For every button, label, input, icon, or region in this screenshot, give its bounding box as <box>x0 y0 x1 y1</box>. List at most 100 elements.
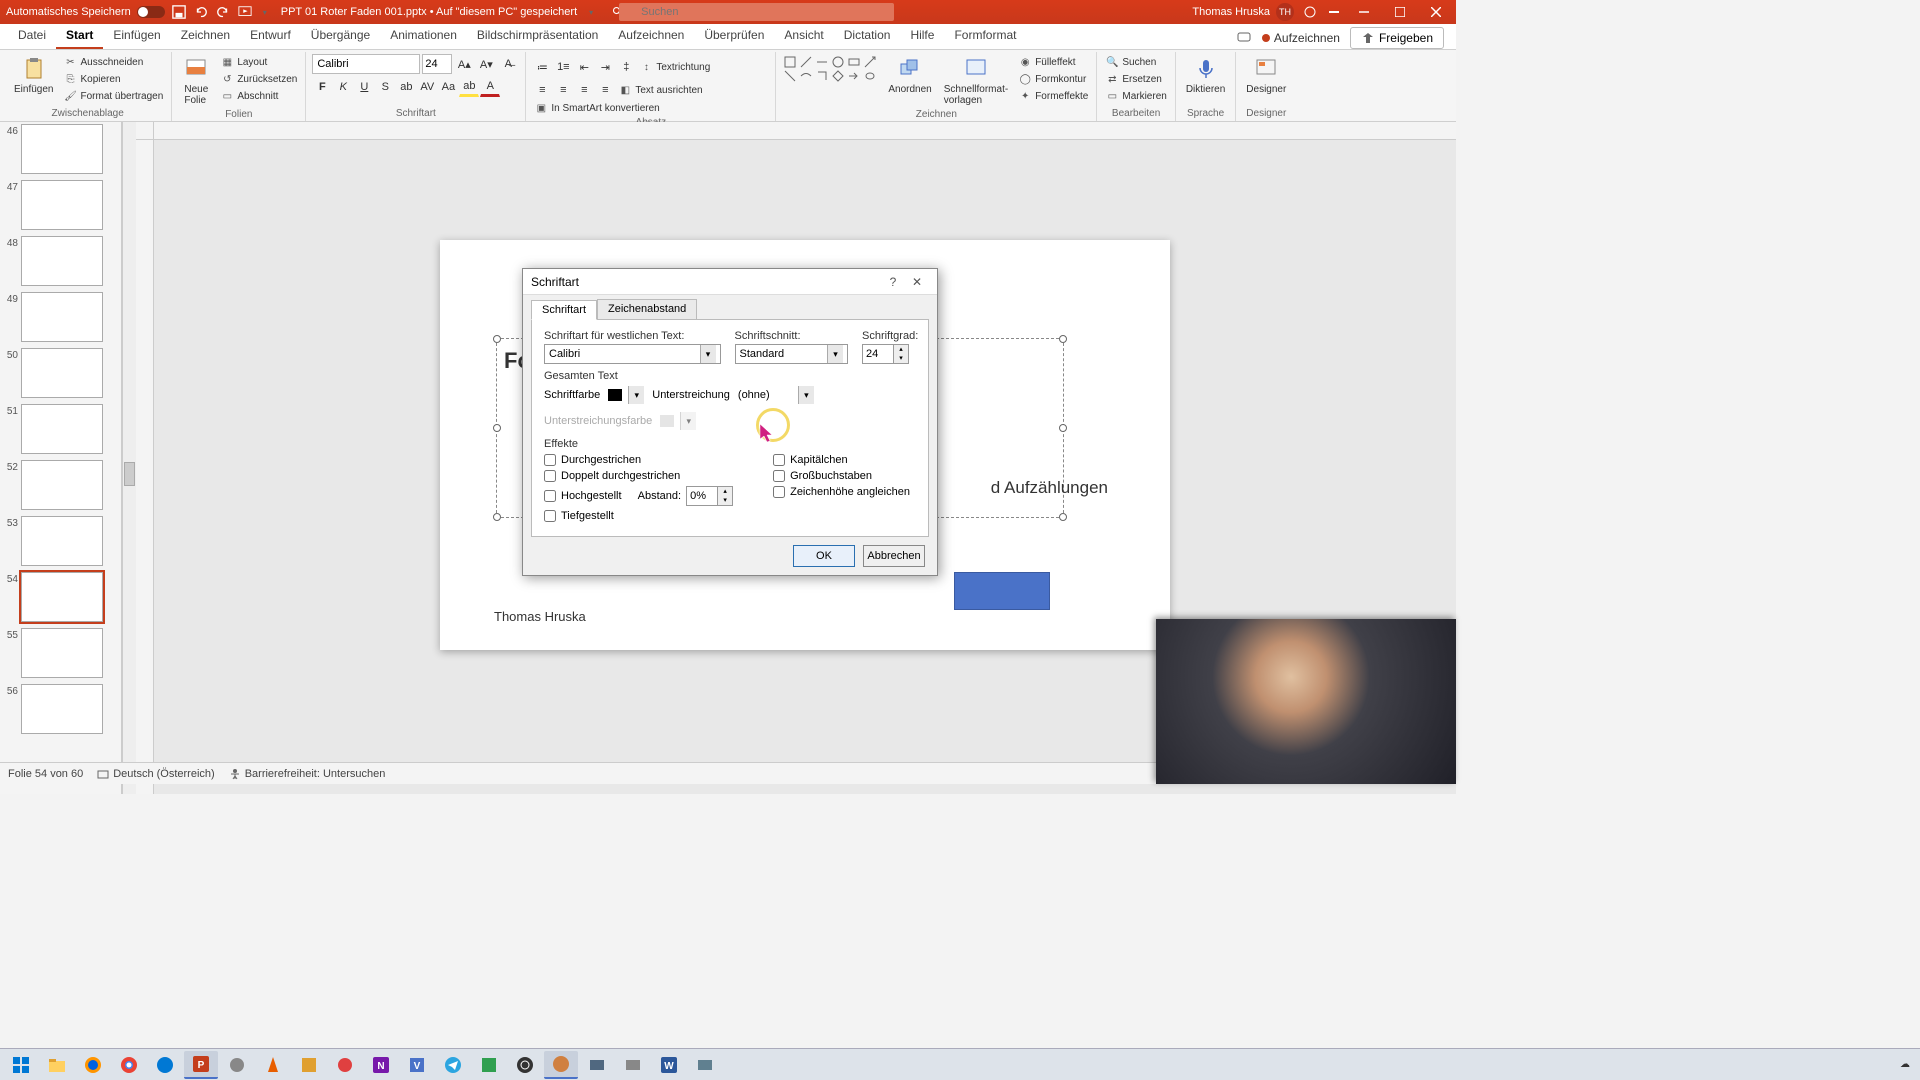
cancel-button[interactable]: Abbrechen <box>863 545 925 567</box>
dictate-button[interactable]: Diktieren <box>1182 54 1229 97</box>
grow-font-button[interactable]: A▴ <box>454 54 474 74</box>
tab-start[interactable]: Start <box>56 24 103 49</box>
align-text-button[interactable]: ◧Text ausrichten <box>616 80 704 100</box>
comments-icon[interactable] <box>1236 30 1252 46</box>
app-icon-9[interactable] <box>688 1051 722 1079</box>
slide-thumbnail[interactable] <box>21 460 103 510</box>
minimize-button[interactable] <box>1350 0 1378 24</box>
accessibility-status[interactable]: Barrierefreiheit: Untersuchen <box>229 768 386 780</box>
autosave-toggle[interactable] <box>137 6 165 18</box>
dialog-help-button[interactable]: ? <box>881 275 905 289</box>
explorer-icon[interactable] <box>40 1051 74 1079</box>
app-icon-2[interactable] <box>292 1051 326 1079</box>
filename-dropdown-icon[interactable]: ▾ <box>583 4 599 20</box>
dialog-close-button[interactable]: ✕ <box>905 275 929 289</box>
tab-zeichnen[interactable]: Zeichnen <box>171 24 240 49</box>
maximize-button[interactable] <box>1386 0 1414 24</box>
chrome-icon[interactable] <box>112 1051 146 1079</box>
reset-button[interactable]: ↺Zurücksetzen <box>218 71 299 87</box>
offset-spinner[interactable]: ▴▾ <box>686 486 733 506</box>
replace-button[interactable]: ⇄Ersetzen <box>1103 71 1168 87</box>
char-spacing-button[interactable]: AV <box>417 77 437 97</box>
slide-thumbnail[interactable] <box>21 516 103 566</box>
allcaps-checkbox[interactable]: Großbuchstaben <box>773 470 910 482</box>
bold-button[interactable]: F <box>312 77 332 97</box>
font-name-input[interactable] <box>312 54 420 74</box>
change-case-button[interactable]: Aa <box>438 77 458 97</box>
copy-button[interactable]: ⎘Kopieren <box>61 71 165 87</box>
shape-fill-button[interactable]: ◉Fülleffekt <box>1016 54 1090 70</box>
tab-überprüfen[interactable]: Überprüfen <box>694 24 774 49</box>
language-status[interactable]: Deutsch (Österreich) <box>97 768 214 780</box>
app-icon-5[interactable] <box>472 1051 506 1079</box>
italic-button[interactable]: K <box>333 77 353 97</box>
slide-thumbnail[interactable] <box>21 348 103 398</box>
save-icon[interactable] <box>171 4 187 20</box>
line-spacing-button[interactable]: ‡ <box>616 57 636 77</box>
powerpoint-icon[interactable]: P <box>184 1051 218 1079</box>
record-button[interactable]: Aufzeichnen <box>1256 28 1346 48</box>
new-slide-button[interactable]: Neue Folie <box>178 54 214 108</box>
slide-thumbnail[interactable] <box>21 684 103 734</box>
numbering-button[interactable]: 1≡ <box>553 57 573 77</box>
slide-thumbnail[interactable] <box>21 180 103 230</box>
clear-format-button[interactable]: A̶ <box>498 54 518 74</box>
font-size-input[interactable] <box>422 54 452 74</box>
qat-more-icon[interactable]: ▾ <box>257 4 273 20</box>
thumbnail-scrollbar[interactable] <box>122 122 136 794</box>
shape-effects-button[interactable]: ✦Formeffekte <box>1016 88 1090 104</box>
section-button[interactable]: ▭Abschnitt <box>218 88 299 104</box>
font-color-picker[interactable]: ▾ <box>608 386 644 404</box>
redo-icon[interactable] <box>215 4 231 20</box>
shapes-gallery[interactable] <box>782 54 880 84</box>
firefox-icon[interactable] <box>76 1051 110 1079</box>
align-left-button[interactable]: ≡ <box>532 80 552 100</box>
user-account[interactable]: Thomas Hruska TH <box>1192 3 1294 21</box>
format-painter-button[interactable]: 🖌Format übertragen <box>61 88 165 104</box>
tab-dictation[interactable]: Dictation <box>834 24 901 49</box>
shape-outline-button[interactable]: ◯Formkontur <box>1016 71 1090 87</box>
quick-styles-button[interactable]: Schnellformat- vorlagen <box>940 54 1012 108</box>
scrollbar-thumb[interactable] <box>124 462 135 486</box>
smallcaps-checkbox[interactable]: Kapitälchen <box>773 454 910 466</box>
tab-aufzeichnen[interactable]: Aufzeichnen <box>608 24 694 49</box>
align-right-button[interactable]: ≡ <box>574 80 594 100</box>
layout-button[interactable]: ▦Layout <box>218 54 299 70</box>
tray-cloud-icon[interactable]: ☁ <box>1900 1059 1910 1070</box>
edge-icon[interactable] <box>148 1051 182 1079</box>
app-icon-8[interactable] <box>616 1051 650 1079</box>
telegram-icon[interactable] <box>436 1051 470 1079</box>
coming-soon-icon[interactable] <box>1302 4 1318 20</box>
tab-spacing[interactable]: Zeichenabstand <box>597 299 697 319</box>
find-button[interactable]: 🔍Suchen <box>1103 54 1168 70</box>
tab-formformat[interactable]: Formformat <box>944 24 1026 49</box>
start-button[interactable] <box>4 1051 38 1079</box>
search-input[interactable] <box>619 3 894 21</box>
smartart-button[interactable]: ▣In SmartArt konvertieren <box>532 100 769 116</box>
underline-select[interactable]: (ohne)▾ <box>738 386 814 404</box>
bullets-button[interactable]: ≔ <box>532 57 552 77</box>
slide-thumbnail[interactable] <box>21 124 103 174</box>
designer-button[interactable]: Designer <box>1242 54 1290 97</box>
underline-button[interactable]: U <box>354 77 374 97</box>
equalize-checkbox[interactable]: Zeichenhöhe angleichen <box>773 486 910 498</box>
app-icon-1[interactable] <box>220 1051 254 1079</box>
select-button[interactable]: ▭Markieren <box>1103 88 1168 104</box>
slideshow-icon[interactable] <box>237 4 253 20</box>
tab-hilfe[interactable]: Hilfe <box>900 24 944 49</box>
slide-thumbnail[interactable] <box>21 404 103 454</box>
close-button[interactable] <box>1422 0 1450 24</box>
slide-thumbnails[interactable]: 4647484950515253545556 <box>0 122 122 794</box>
slide-thumbnail[interactable] <box>21 292 103 342</box>
cut-button[interactable]: ✂Ausschneiden <box>61 54 165 70</box>
ribbon-options-icon[interactable] <box>1326 4 1342 20</box>
tab-entwurf[interactable]: Entwurf <box>240 24 301 49</box>
tab-übergänge[interactable]: Übergänge <box>301 24 380 49</box>
font-color-button[interactable]: A <box>480 77 500 97</box>
tab-ansicht[interactable]: Ansicht <box>774 24 833 49</box>
app-icon-7[interactable] <box>580 1051 614 1079</box>
style-select[interactable]: Standard▾ <box>735 344 848 364</box>
align-center-button[interactable]: ≡ <box>553 80 573 100</box>
tab-datei[interactable]: Datei <box>8 24 56 49</box>
app-icon-4[interactable]: V <box>400 1051 434 1079</box>
